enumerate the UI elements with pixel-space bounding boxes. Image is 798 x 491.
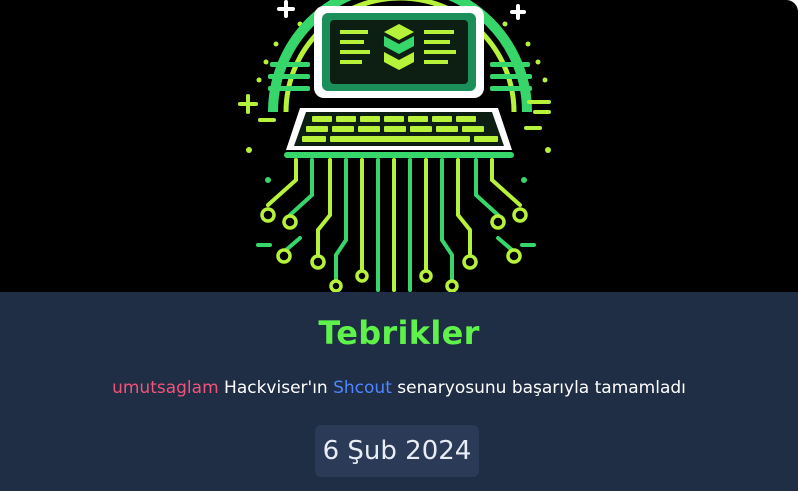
username-link[interactable]: umutsaglam (112, 378, 219, 398)
laptop-circuit-icon (238, 0, 551, 292)
certificate-card: Tebrikler umutsaglam Hackviser'ın Shcout… (0, 0, 798, 491)
hero-banner (0, 0, 798, 292)
completion-date-badge: 6 Şub 2024 (315, 425, 479, 477)
scenario-link[interactable]: Shcout (333, 378, 392, 398)
completion-message: umutsaglam Hackviser'ın Shcout senaryosu… (0, 378, 798, 398)
card-body: Tebrikler umutsaglam Hackviser'ın Shcout… (0, 292, 798, 491)
congrats-title: Tebrikler (318, 314, 480, 352)
message-text-2: senaryosunu başarıyla tamamladı (391, 378, 686, 398)
message-text-1: Hackviser'ın (218, 378, 334, 398)
